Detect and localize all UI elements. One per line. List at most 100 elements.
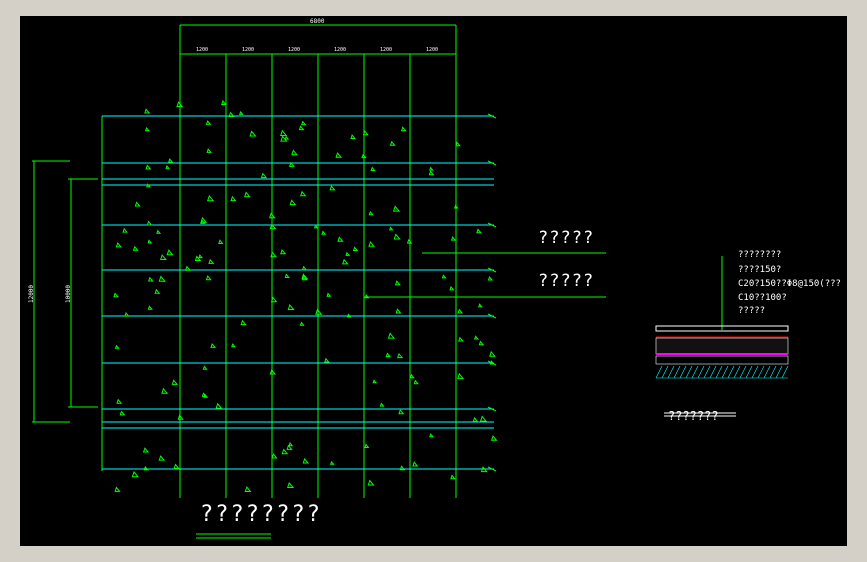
aggregate-speck <box>144 108 151 114</box>
aggregate-speck <box>400 126 407 132</box>
section-soil-hatch <box>655 365 789 379</box>
aggregate-speck <box>114 344 120 349</box>
aggregate-speck <box>165 164 170 169</box>
aggregate-speck <box>413 379 419 385</box>
aggregate-speck <box>119 410 126 416</box>
aggregate-speck <box>124 311 130 317</box>
aggregate-speck <box>368 210 374 216</box>
layer-label-5: ????? <box>738 306 766 316</box>
aggregate-speck <box>394 280 401 286</box>
callout-label-top: ????? <box>538 228 595 248</box>
aggregate-speck <box>218 239 224 244</box>
aggregate-speck <box>385 352 391 357</box>
aggregate-speck <box>453 204 459 209</box>
aggregate-speck <box>215 402 223 409</box>
aggregate-speck <box>429 166 434 171</box>
soil-hatch-line <box>655 365 663 379</box>
aggregate-speck <box>364 294 370 299</box>
top-segment-dimension-text: 1200 <box>334 47 347 53</box>
aggregate-speck <box>288 441 294 447</box>
aggregate-speck <box>158 455 166 461</box>
aggregate-speck <box>489 350 496 357</box>
aggregate-speck <box>208 258 215 264</box>
aggregate-speck <box>289 199 297 206</box>
aggregate-speck <box>387 332 396 339</box>
soil-hatch-line <box>709 365 717 379</box>
aggregate-speck <box>299 321 305 326</box>
aggregate-speck <box>287 303 295 310</box>
aggregate-speck <box>352 246 359 251</box>
aggregate-speck <box>450 474 456 480</box>
aggregate-speck <box>122 227 128 233</box>
soil-hatch-line <box>763 365 771 379</box>
aggregate-speck <box>284 135 290 140</box>
aggregate-speck <box>429 433 435 438</box>
cad-drawing-canvas[interactable]: 6800 1200 1200 1200 1200 1200 1200 12000 1000… <box>20 16 847 546</box>
soil-hatch-line <box>727 365 735 379</box>
aggregate-speck <box>280 248 287 255</box>
section-title: ??????? <box>668 409 719 423</box>
aggregate-speck <box>346 313 352 318</box>
aggregate-speck <box>398 409 405 415</box>
aggregate-speck <box>161 387 169 394</box>
aggregate-speck <box>230 195 237 202</box>
aggregate-speck <box>145 164 152 170</box>
aggregate-speck <box>476 228 482 234</box>
aggregate-speck <box>337 236 344 242</box>
aggregate-speck <box>490 435 498 441</box>
left-total-dimension-text: 12000 <box>28 284 36 304</box>
aggregate-speck <box>284 273 290 278</box>
aggregate-speck <box>116 398 123 404</box>
soil-hatch-line <box>703 365 711 379</box>
top-segment-dimension-text: 1200 <box>196 47 209 53</box>
aggregate-speck <box>412 461 419 467</box>
aggregate-speck <box>280 129 288 136</box>
aggregate-speck <box>455 141 461 147</box>
aggregate-speck <box>301 120 307 126</box>
aggregate-speck <box>244 191 251 198</box>
layer-label-1: ???????? <box>738 250 782 260</box>
aggregate-speck <box>134 201 141 207</box>
aggregate-speck <box>367 479 375 486</box>
aggregate-speck <box>281 448 289 455</box>
aggregate-speck <box>271 453 278 459</box>
aggregate-speck <box>156 229 162 234</box>
aggregate-speck <box>249 130 257 137</box>
aggregate-speck <box>406 238 413 244</box>
aggregate-speck <box>114 486 121 492</box>
aggregate-speck <box>472 416 479 422</box>
aggregate-speck <box>158 275 166 282</box>
aggregate-speck <box>301 265 308 271</box>
aggregate-speck <box>313 224 319 229</box>
aggregate-speck <box>231 343 236 348</box>
cad-drawing <box>32 24 789 539</box>
aggregate-speck <box>370 166 376 171</box>
aggregate-speck <box>298 125 305 131</box>
aggregate-speck <box>198 254 203 259</box>
aggregate-speck <box>210 342 217 348</box>
soil-hatch-line <box>721 365 729 379</box>
soil-hatch-line <box>679 365 687 379</box>
aggregate-speck <box>345 251 351 256</box>
aggregate-speck <box>450 236 457 241</box>
aggregate-speck <box>171 379 179 385</box>
aggregate-speck <box>361 153 367 159</box>
top-segment-dimension-text: 1200 <box>380 47 393 53</box>
aggregate-speck <box>478 340 485 346</box>
aggregate-specks <box>113 99 498 492</box>
aggregate-speck <box>160 254 167 260</box>
aggregate-speck <box>206 148 212 153</box>
aggregate-speck <box>302 457 310 464</box>
soil-hatch-line <box>757 365 765 379</box>
soil-hatch-line <box>667 365 675 379</box>
aggregate-speck <box>389 140 396 146</box>
aggregate-speck <box>474 335 479 340</box>
top-segment-dimension-text: 1200 <box>242 47 255 53</box>
aggregate-speck <box>441 274 447 279</box>
plan-title: ???????? <box>200 502 322 527</box>
aggregate-speck <box>478 303 483 308</box>
aggregate-speck <box>154 288 161 294</box>
top-segment-dimension-text: 1200 <box>426 47 439 53</box>
section-base-layer <box>655 355 789 365</box>
aggregate-speck <box>335 152 342 158</box>
